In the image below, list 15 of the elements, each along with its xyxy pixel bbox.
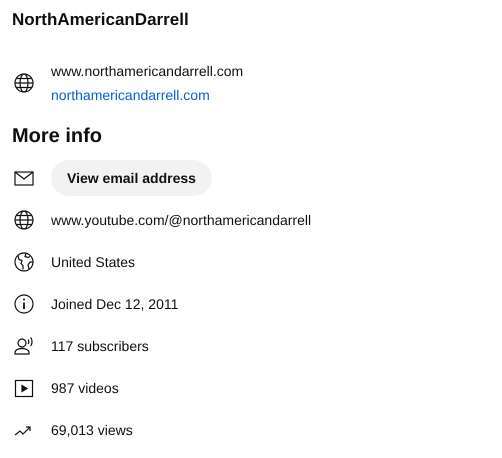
section-heading: More info: [12, 124, 103, 149]
view-email-button[interactable]: View email address: [51, 160, 212, 196]
earth-icon: [12, 250, 36, 274]
info-text: 117 subscribers: [51, 338, 149, 354]
channel-name: NorthAmericanDarrell: [12, 9, 190, 31]
globe-icon: [12, 71, 36, 95]
info-icon: [12, 292, 36, 316]
info-text: United States: [51, 254, 136, 270]
info-text: Joined Dec 12, 2011: [51, 296, 178, 312]
link-title: www.northamericandarrell.com: [51, 62, 244, 81]
globe-icon: [12, 208, 36, 232]
info-text: 69,013 views: [51, 422, 133, 438]
website-link[interactable]: northamericandarrell.com: [51, 83, 244, 107]
info-text: 987 videos: [51, 380, 119, 396]
channel-url: www.youtube.com/@northamericandarrell: [51, 212, 312, 228]
